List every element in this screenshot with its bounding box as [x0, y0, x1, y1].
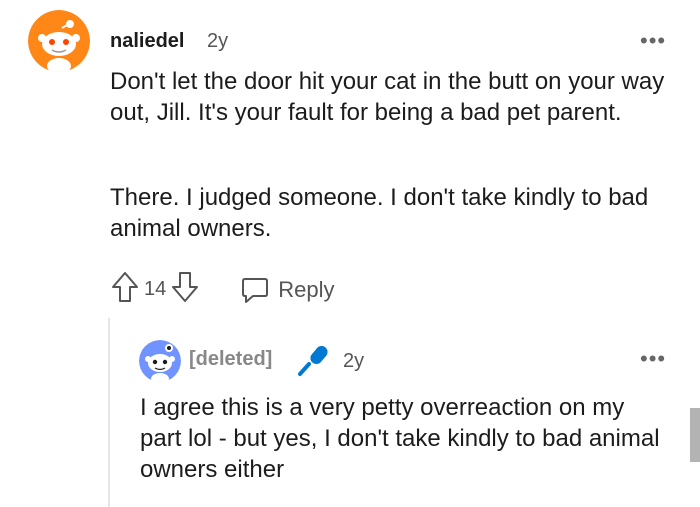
- comment-actions: 14 Reply: [110, 270, 335, 309]
- reply-button[interactable]: Reply: [240, 275, 335, 305]
- comment-paragraph: Don't let the door hit your cat in the b…: [110, 68, 665, 126]
- upvote-icon[interactable]: [110, 270, 140, 309]
- more-options-icon[interactable]: •••: [640, 348, 666, 370]
- comment-username[interactable]: naliedel: [110, 30, 184, 53]
- reply-username: [deleted]: [189, 348, 273, 370]
- reply-text: I agree this is a very petty overreactio…: [140, 394, 660, 483]
- downvote-icon[interactable]: [170, 270, 200, 309]
- user-avatar[interactable]: [28, 10, 90, 72]
- snoo-avatar-icon: [28, 10, 90, 72]
- thread-line[interactable]: [108, 318, 110, 507]
- microphone-icon: [296, 342, 332, 383]
- vote-count: 14: [144, 278, 167, 300]
- comment-paragraph: There. I judged someone. I don't take ki…: [110, 184, 649, 242]
- comment-age: 2y: [207, 30, 229, 52]
- reply-avatar[interactable]: [139, 340, 181, 382]
- more-options-icon[interactable]: •••: [640, 30, 666, 52]
- reply-label: Reply: [278, 276, 335, 302]
- reply-icon: [242, 277, 269, 303]
- reply-age: 2y: [343, 350, 365, 372]
- snoo-avatar-icon: [139, 340, 181, 382]
- scrollbar-thumb[interactable]: [690, 408, 700, 462]
